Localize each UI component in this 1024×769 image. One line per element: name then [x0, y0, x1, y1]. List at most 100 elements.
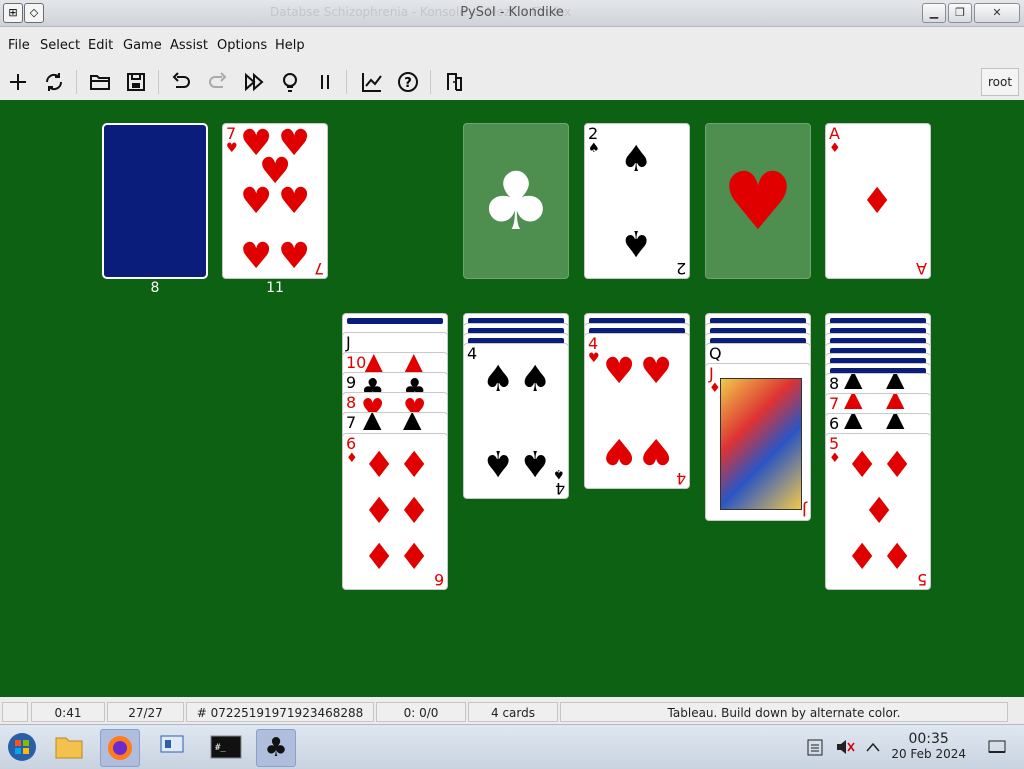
- heart-pip: ♥: [603, 430, 636, 471]
- menu-bar: File Select Edit Game Assist Options Hel…: [0, 34, 1024, 58]
- tray-expand-icon[interactable]: [858, 729, 888, 765]
- new-game-icon[interactable]: [4, 68, 32, 96]
- diamond-pip: ♦: [861, 181, 894, 222]
- save-icon[interactable]: [122, 68, 150, 96]
- card-rank: 6: [829, 414, 840, 433]
- card-rank-bottom: 4: [675, 469, 686, 488]
- menu-select[interactable]: Select: [40, 38, 80, 53]
- user-button[interactable]: root: [981, 68, 1019, 96]
- minimize-button[interactable]: ▁: [922, 3, 946, 23]
- card-suit: ♦: [829, 141, 841, 156]
- quit-door-icon[interactable]: [440, 68, 468, 96]
- card-rank: A: [829, 124, 840, 143]
- close-button[interactable]: ✕: [974, 3, 1020, 23]
- card-rank: 8: [829, 374, 840, 393]
- diamond-pip: ♦: [863, 491, 896, 532]
- clock[interactable]: 00:35 20 Feb 2024: [891, 731, 966, 761]
- svg-text:?: ?: [404, 76, 412, 91]
- card-rank: 7: [346, 413, 357, 432]
- menu-options[interactable]: Options: [217, 38, 267, 53]
- menu-file[interactable]: File: [8, 38, 30, 53]
- tableau-card[interactable]: 4 ♠ ♠ ♠ ♠ ♠ 4: [463, 343, 569, 499]
- card-rank: 6: [346, 434, 357, 453]
- spade-pip: ♠: [519, 442, 552, 483]
- card-rank: J: [346, 333, 351, 352]
- status-bar: 0:41 27/27 # 07225191971923468288 0: 0/0…: [0, 700, 1024, 724]
- pysol-clubs-icon[interactable]: ♣: [256, 729, 296, 767]
- clipboard-icon[interactable]: [800, 729, 830, 765]
- pause-icon[interactable]: [311, 68, 339, 96]
- club-icon: ♣: [480, 154, 552, 248]
- open-folder-icon[interactable]: [86, 68, 114, 96]
- network-settings-icon[interactable]: [154, 729, 192, 765]
- statistics-icon[interactable]: [358, 68, 386, 96]
- diamond-pip: ♦: [398, 445, 431, 486]
- help-icon[interactable]: ?: [394, 68, 422, 96]
- waste-count: 11: [266, 280, 284, 296]
- show-desktop-icon[interactable]: [982, 729, 1012, 765]
- window-title-bar: ⊞ ◇ Databse Schizophrenia - Konsole — Mo…: [0, 0, 1024, 27]
- menu-assist[interactable]: Assist: [170, 38, 208, 53]
- redo-icon[interactable]: [204, 68, 232, 96]
- menu-edit[interactable]: Edit: [88, 38, 113, 53]
- diamond-pip: ♦: [398, 491, 431, 532]
- start-menu-icon[interactable]: [3, 729, 41, 765]
- diamond-pip: ♦: [846, 445, 879, 486]
- status-blank: [2, 702, 28, 722]
- card-suit: ♦: [829, 451, 841, 466]
- menu-game[interactable]: Game: [123, 38, 162, 53]
- status-cards: 4 cards: [468, 702, 558, 722]
- status-game-number: # 07225191971923468288: [186, 702, 374, 722]
- diamond-pip: ♦: [363, 445, 396, 486]
- foundation-hearts[interactable]: ♥: [705, 123, 811, 279]
- foundation-clubs[interactable]: ♣: [463, 123, 569, 279]
- status-time: 0:41: [31, 702, 105, 722]
- spade-pip: ♠: [482, 442, 515, 483]
- status-hint: Tableau. Build down by alternate color.: [560, 702, 1008, 722]
- menu-help[interactable]: Help: [275, 38, 305, 53]
- status-cards-left: 27/27: [107, 702, 184, 722]
- card-suit: ♦: [709, 381, 721, 396]
- card-suit: ♠: [588, 141, 600, 156]
- clock-date: 20 Feb 2024: [891, 747, 966, 761]
- heart-pip: ♥: [278, 181, 311, 222]
- heart-pip: ♥: [240, 236, 273, 277]
- file-manager-icon[interactable]: [50, 729, 88, 765]
- stock-count: 8: [150, 280, 160, 296]
- autodrop-icon[interactable]: [240, 68, 268, 96]
- card-suit: ♥: [588, 351, 600, 366]
- heart-pip: ♥: [640, 430, 673, 471]
- undo-icon[interactable]: [167, 68, 195, 96]
- card-rank: 7: [226, 124, 237, 143]
- heart-pip: ♥: [640, 351, 673, 392]
- waste-pile[interactable]: 7 ♥ ♥ ♥ ♥ ♥ ♥ ♥ ♥ 7: [222, 123, 328, 279]
- game-table: 8 7 ♥ ♥ ♥ ♥ ♥ ♥ ♥ ♥ 7 11 ♣ 2 ♠ ♠ ♠ 2 ♥ A…: [0, 100, 1024, 697]
- maximize-button[interactable]: ❐: [948, 3, 972, 23]
- speaker-muted-icon[interactable]: [830, 729, 860, 765]
- diamond-pip: ♦: [881, 445, 914, 486]
- diamond-pip: ♦: [363, 537, 396, 578]
- card-rank: 8: [346, 393, 357, 412]
- card-rank: Q: [709, 344, 722, 363]
- card-rank: 5: [829, 434, 840, 453]
- spade-pip: ♠: [482, 359, 515, 400]
- card-rank: 7: [829, 394, 840, 413]
- card-rank: J: [709, 364, 714, 383]
- tableau-card[interactable]: 4 ♥ ♥ ♥ ♥ ♥ 4: [584, 333, 690, 489]
- tableau-card[interactable]: 6 ♦ ♦ ♦ ♦ ♦ ♦ ♦ 6: [342, 433, 448, 590]
- foundation-spades[interactable]: 2 ♠ ♠ ♠ 2: [584, 123, 690, 279]
- card-rank-bottom: 7: [313, 259, 324, 278]
- tableau-card[interactable]: J ♦ J: [705, 363, 811, 521]
- card-rank-bottom: J: [802, 501, 807, 520]
- heart-pip: ♥: [603, 351, 636, 392]
- card-rank-bottom: 2: [675, 259, 686, 278]
- firefox-icon[interactable]: [100, 729, 140, 767]
- terminal-icon[interactable]: #_: [207, 729, 245, 765]
- card-suit-bottom: ♠: [553, 466, 565, 481]
- hint-bulb-icon[interactable]: [276, 68, 304, 96]
- card-suit: ♥: [226, 141, 238, 156]
- restart-icon[interactable]: [40, 68, 68, 96]
- foundation-diamonds[interactable]: A ♦ ♦ A: [825, 123, 931, 279]
- tableau-card[interactable]: 5 ♦ ♦ ♦ ♦ ♦ ♦ 5: [825, 433, 931, 590]
- stock-pile[interactable]: [102, 123, 208, 279]
